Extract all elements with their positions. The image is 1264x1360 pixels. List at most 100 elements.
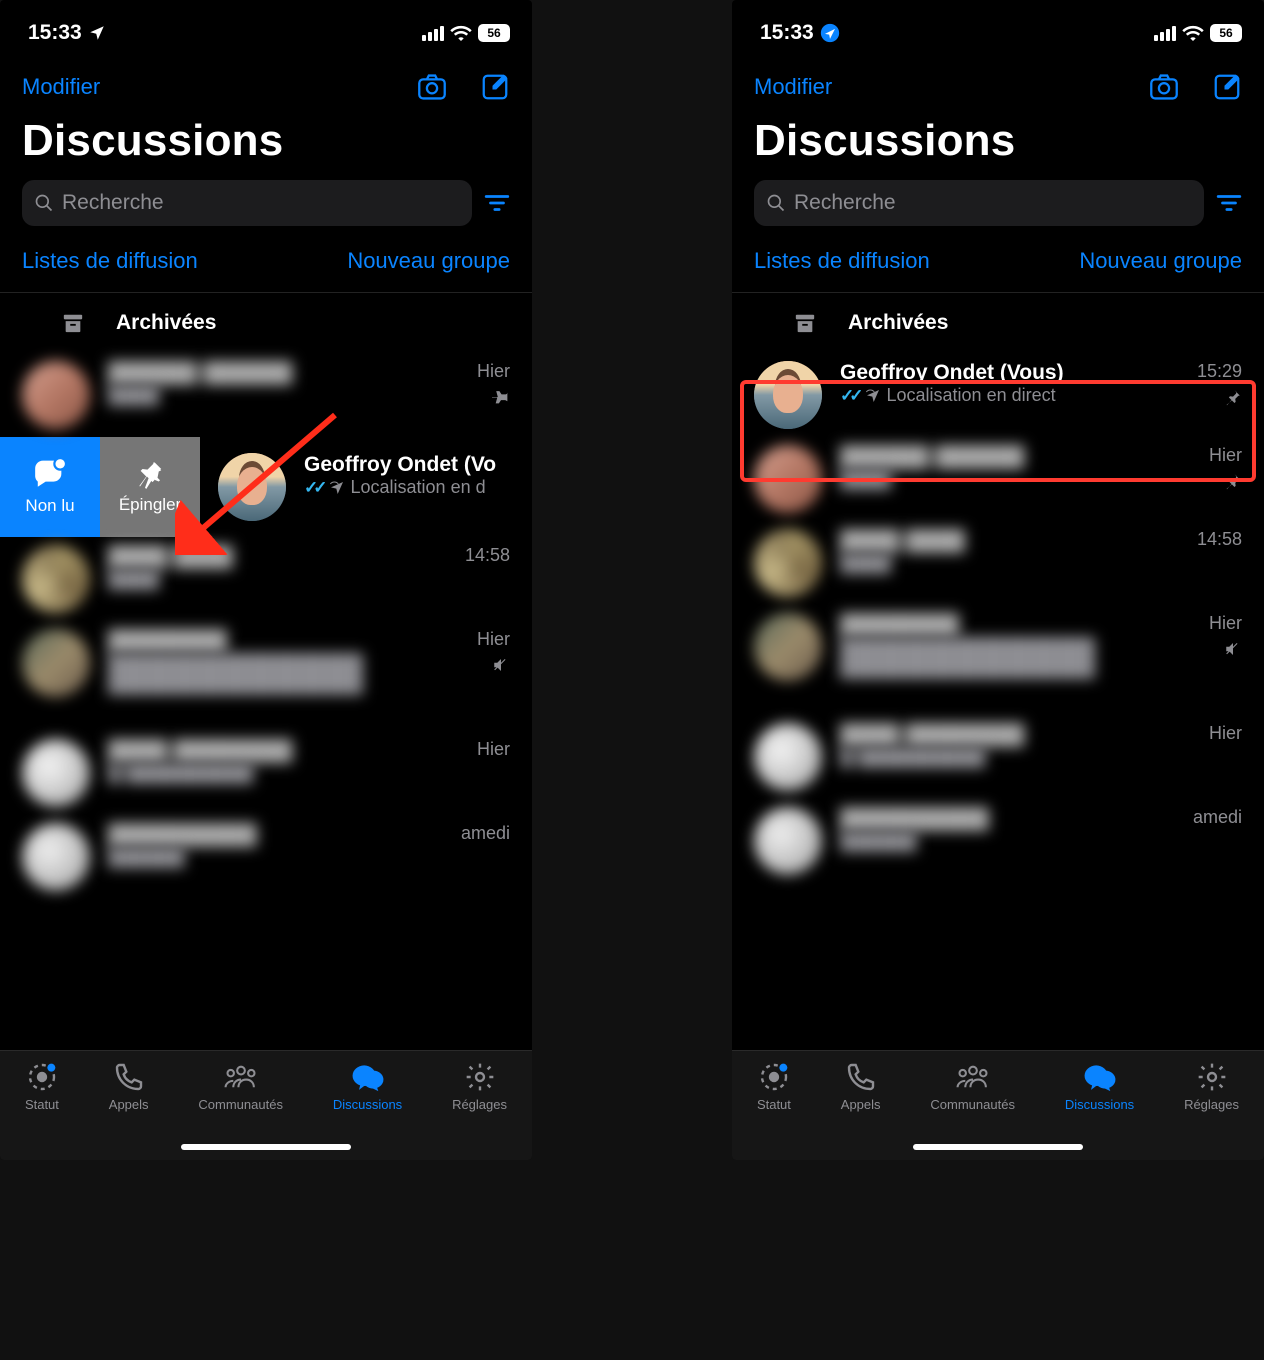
chat-name: ██████ ██████ xyxy=(108,361,459,385)
avatar xyxy=(754,445,822,513)
chat-row[interactable]: ████ ████████ 14:58 xyxy=(732,521,1264,605)
home-indicator[interactable] xyxy=(181,1144,351,1150)
chat-row[interactable]: ████████████████ amedi xyxy=(732,799,1264,883)
chat-row[interactable]: ████████████████████████████████████████… xyxy=(0,621,532,731)
avatar xyxy=(22,361,90,429)
broadcast-lists-link[interactable]: Listes de diffusion xyxy=(754,248,930,274)
pin-icon xyxy=(1224,472,1242,490)
tab-settings[interactable]: Réglages xyxy=(452,1061,507,1112)
search-icon xyxy=(34,193,54,213)
chat-time: amedi xyxy=(1193,807,1242,828)
wifi-icon xyxy=(1182,25,1204,41)
new-group-link[interactable]: Nouveau groupe xyxy=(1079,248,1242,274)
cellular-icon xyxy=(422,26,444,41)
camera-icon[interactable] xyxy=(416,72,448,102)
location-arrow-icon xyxy=(820,23,840,43)
chat-time: amedi xyxy=(461,823,510,844)
cellular-icon xyxy=(1154,26,1176,41)
chat-name: Geoffroy Ondet (Vo xyxy=(304,453,510,477)
wifi-icon xyxy=(450,25,472,41)
phone-icon xyxy=(113,1061,145,1093)
page-title: Discussions xyxy=(732,106,1264,180)
chat-row[interactable]: ██████ ██████████ Hier xyxy=(732,437,1264,521)
chat-time: 14:58 xyxy=(1197,529,1242,550)
battery-icon: 56 xyxy=(478,24,510,42)
archive-icon xyxy=(794,313,816,333)
location-arrow-icon xyxy=(88,24,106,42)
chat-time: Hier xyxy=(1209,445,1242,466)
chat-time: Hier xyxy=(1209,723,1242,744)
search-icon xyxy=(766,193,786,213)
mute-icon xyxy=(1224,640,1242,658)
chat-preview: ████ xyxy=(108,385,459,406)
camera-icon[interactable] xyxy=(1148,72,1180,102)
compose-icon[interactable] xyxy=(1212,72,1242,102)
tab-calls[interactable]: Appels xyxy=(841,1061,881,1112)
chat-preview: ✓✓ Localisation en direct xyxy=(840,385,1179,406)
search-input[interactable]: Recherche xyxy=(754,180,1204,226)
status-icon xyxy=(758,1061,790,1093)
communities-icon xyxy=(955,1061,991,1093)
tab-discussions[interactable]: Discussions xyxy=(333,1061,402,1112)
archived-label: Archivées xyxy=(116,311,216,335)
chat-row[interactable]: ████ █████████ ██████████ Hier xyxy=(732,715,1264,799)
communities-icon xyxy=(223,1061,259,1093)
gear-icon xyxy=(464,1061,496,1093)
status-time: 15:33 xyxy=(760,21,814,45)
chat-row[interactable]: ████████████████ amedi xyxy=(0,815,532,899)
status-bar: 15:33 56 xyxy=(0,0,532,54)
chat-row[interactable]: ████ ████████ 14:58 xyxy=(0,537,532,621)
archived-label: Archivées xyxy=(848,311,948,335)
archived-row[interactable]: Archivées xyxy=(732,293,1264,353)
mute-icon xyxy=(492,656,510,674)
chat-time: Hier xyxy=(477,739,510,760)
chat-time: Hier xyxy=(477,629,510,650)
swipe-unread-label: Non lu xyxy=(25,496,74,516)
chat-preview: ✓✓ Localisation en d xyxy=(304,477,510,498)
swiped-chat-row: Non lu Épingler Geoffroy Ondet (Vo ✓✓ Lo… xyxy=(0,437,532,537)
edit-button[interactable]: Modifier xyxy=(22,74,100,100)
chat-row[interactable]: ██████ ██████ ████ Hier xyxy=(0,353,532,437)
avatar xyxy=(754,807,822,875)
chat-row-geoffroy-pinned[interactable]: Geoffroy Ondet (Vous) ✓✓ Localisation en… xyxy=(732,353,1264,437)
gear-icon xyxy=(1196,1061,1228,1093)
read-receipt-icon: ✓✓ xyxy=(840,386,859,406)
avatar-geoffroy xyxy=(754,361,822,429)
tab-status[interactable]: Statut xyxy=(757,1061,791,1112)
chat-row-geoffroy[interactable]: Geoffroy Ondet (Vo ✓✓ Localisation en d xyxy=(200,445,532,529)
avatar xyxy=(22,823,90,891)
archived-row[interactable]: Archivées xyxy=(0,293,532,353)
read-receipt-icon: ✓✓ xyxy=(304,478,323,498)
home-indicator[interactable] xyxy=(913,1144,1083,1150)
search-placeholder: Recherche xyxy=(794,191,896,215)
new-group-link[interactable]: Nouveau groupe xyxy=(347,248,510,274)
swipe-unread-button[interactable]: Non lu xyxy=(0,437,100,537)
avatar xyxy=(754,529,822,597)
edit-button[interactable]: Modifier xyxy=(754,74,832,100)
broadcast-lists-link[interactable]: Listes de diffusion xyxy=(22,248,198,274)
tab-calls[interactable]: Appels xyxy=(109,1061,149,1112)
chat-time: 14:58 xyxy=(465,545,510,566)
compose-icon[interactable] xyxy=(480,72,510,102)
filter-icon[interactable] xyxy=(484,193,510,213)
tab-communities[interactable]: Communautés xyxy=(198,1061,283,1112)
avatar xyxy=(22,739,90,807)
tab-status[interactable]: Statut xyxy=(25,1061,59,1112)
filter-icon[interactable] xyxy=(1216,193,1242,213)
search-input[interactable]: Recherche xyxy=(22,180,472,226)
tab-discussions[interactable]: Discussions xyxy=(1065,1061,1134,1112)
tab-communities[interactable]: Communautés xyxy=(930,1061,1015,1112)
avatar xyxy=(754,613,822,681)
phone-right: 15:33 56 Modifier Discussions Recherche … xyxy=(732,0,1264,1160)
swipe-pin-button[interactable]: Épingler xyxy=(100,437,200,537)
status-bar: 15:33 56 xyxy=(732,0,1264,54)
page-title: Discussions xyxy=(0,106,532,180)
status-time: 15:33 xyxy=(28,21,82,45)
chat-row[interactable]: ████ █████████ ██████████ Hier xyxy=(0,731,532,815)
avatar xyxy=(22,629,90,697)
discussions-icon xyxy=(1082,1061,1118,1093)
status-icon xyxy=(26,1061,58,1093)
chat-row[interactable]: ████████████████████████████████████████… xyxy=(732,605,1264,715)
tab-settings[interactable]: Réglages xyxy=(1184,1061,1239,1112)
pin-icon xyxy=(492,388,510,406)
